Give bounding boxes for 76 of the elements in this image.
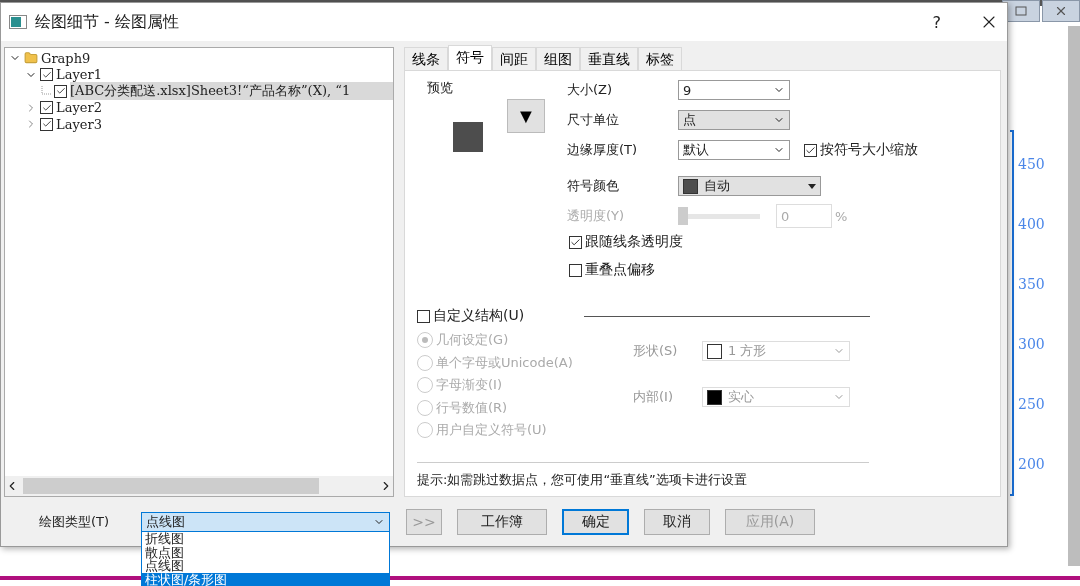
axis-tick-label: 450: [1018, 155, 1045, 174]
hint-text: 提示:如需跳过数据点，您可使用“垂直线”选项卡进行设置: [417, 470, 748, 489]
field-label: 大小(Z): [567, 81, 614, 99]
window-title: 绘图细节 - 绘图属性: [35, 11, 180, 33]
dialog-button[interactable]: 确定: [562, 509, 629, 535]
axis-tick-label: 350: [1018, 275, 1045, 294]
tab[interactable]: 符号: [448, 45, 492, 70]
axis-tick-label: 200: [1018, 455, 1045, 474]
field-label: 符号颜色: [567, 177, 620, 195]
checkbox[interactable]: [804, 143, 817, 157]
tab[interactable]: 标签: [638, 47, 682, 70]
opacity-slider[interactable]: [678, 207, 762, 225]
dialog-button[interactable]: 工作簿: [457, 509, 547, 535]
checkmark-icon: [570, 236, 581, 248]
tab[interactable]: 间距: [492, 47, 536, 70]
plot-type-dropdown[interactable]: 点线图: [141, 512, 390, 532]
checkbox[interactable]: [40, 68, 53, 82]
symbol-preview: [453, 122, 483, 152]
help-button[interactable]: ?: [932, 12, 941, 32]
checkbox-label: 跟随线条透明度: [585, 233, 683, 251]
checkmark-icon: [805, 144, 816, 156]
folder-icon: [24, 51, 38, 66]
field-label: 内部(I): [633, 388, 674, 406]
tree-item[interactable]: [ABC分类配送.xlsx]Sheet3!“产品名称”(X), “1: [70, 82, 393, 101]
checkbox-label: 自定义结构(U): [433, 307, 525, 325]
checkbox[interactable]: [417, 309, 430, 323]
radio-label: 单个字母或Unicode(A): [436, 353, 573, 372]
color-dropdown[interactable]: 自动: [678, 176, 821, 196]
checkmark-icon: [41, 102, 52, 113]
radio-label: 用户自定义符号(U): [436, 421, 547, 440]
checkmark-icon: [41, 69, 52, 80]
vertical-scrollbar[interactable]: [1068, 26, 1080, 566]
tree-item[interactable]: Graph9: [41, 50, 91, 66]
checkbox[interactable]: [40, 117, 53, 131]
swatch-icon: [707, 389, 722, 405]
tree-item[interactable]: Layer1: [56, 67, 102, 83]
radio-label: 行号数值(R): [436, 398, 508, 417]
radio-label: 几何设定(G): [436, 331, 509, 350]
field-label: 绘图类型(T): [39, 513, 111, 531]
size-dropdown[interactable]: 9: [678, 80, 790, 100]
field-label: 边缘厚度(T): [567, 141, 639, 159]
horizontal-scrollbar[interactable]: [5, 476, 393, 496]
checkmark-icon: [55, 86, 66, 97]
dialog-button[interactable]: 取消: [644, 509, 710, 535]
dropdown-arrow-icon: [808, 183, 816, 189]
restore-icon: [1015, 6, 1027, 16]
tree-connector-icon: [41, 86, 51, 97]
axis-tick-label: 400: [1018, 215, 1045, 234]
unit-dropdown[interactable]: 点: [678, 110, 790, 130]
radio-label: 字母渐变(I): [436, 376, 502, 395]
close-button[interactable]: [1042, 0, 1080, 22]
tree-item[interactable]: Layer2: [56, 100, 102, 116]
checkbox[interactable]: [40, 101, 53, 115]
axis-tick-label: 300: [1018, 335, 1045, 354]
checkbox[interactable]: [54, 84, 67, 98]
checkbox-label: 按符号大小缩放: [820, 141, 918, 159]
unit-label: %: [835, 208, 848, 224]
checkmark-icon: [41, 119, 52, 130]
tab[interactable]: 垂直线: [580, 47, 638, 70]
symbol-button[interactable]: ▼: [507, 99, 545, 133]
field-label: 形状(S): [633, 342, 679, 360]
checkbox[interactable]: [569, 263, 582, 277]
field-label: 尺寸单位: [567, 111, 620, 129]
edge-dropdown[interactable]: 默认: [678, 140, 790, 160]
tab[interactable]: 组图: [536, 47, 580, 70]
axis-tick-label: 250: [1018, 395, 1045, 414]
app-icon: [9, 15, 27, 29]
tab[interactable]: 线条: [404, 47, 448, 70]
checkbox-label: 重叠点偏移: [585, 261, 655, 279]
field-label: 透明度(Y): [567, 207, 626, 225]
swatch-icon: [707, 343, 722, 359]
checkbox[interactable]: [569, 235, 582, 249]
close-icon: [1054, 4, 1068, 18]
color-swatch: [683, 178, 698, 194]
tree-item[interactable]: Layer3: [56, 116, 102, 132]
preview-label: 预览: [427, 79, 453, 97]
